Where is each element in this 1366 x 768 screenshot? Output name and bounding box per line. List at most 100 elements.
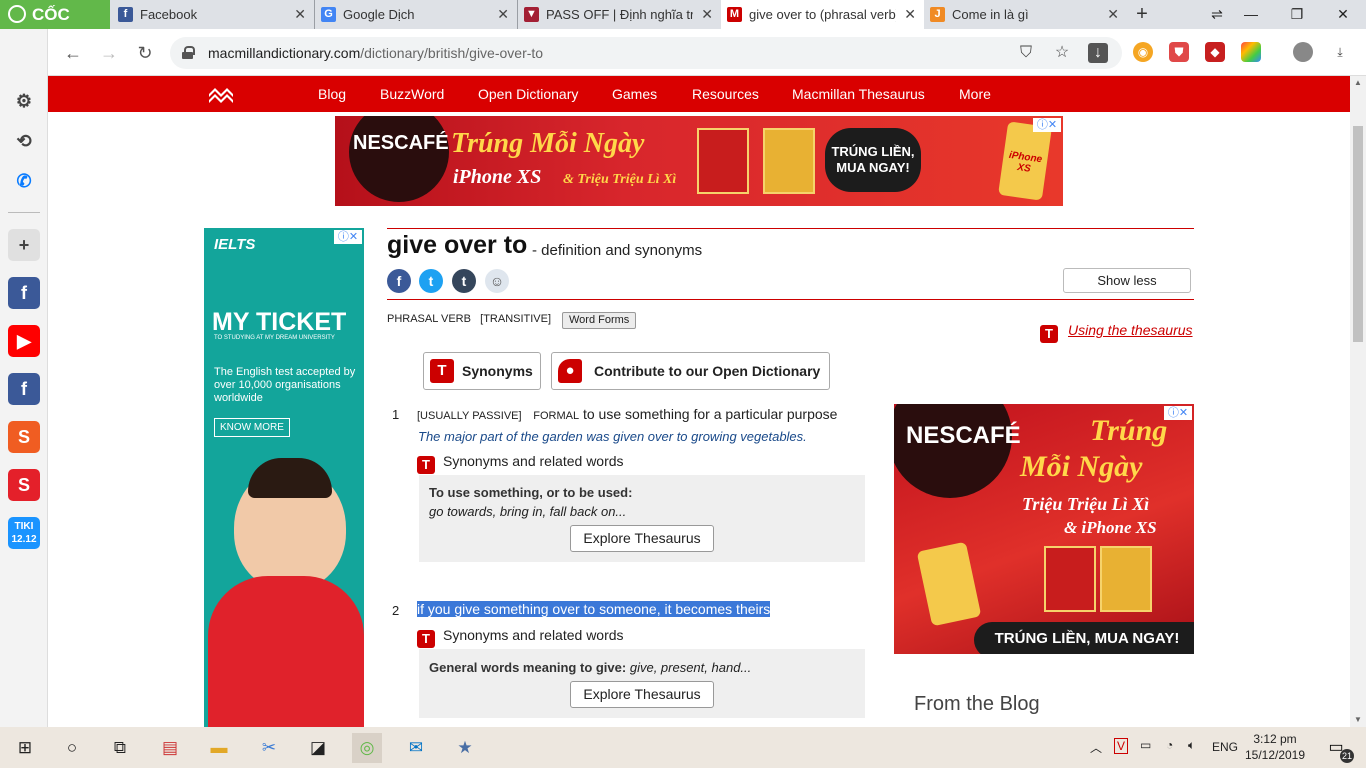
app-vietnamese-tool-icon[interactable]: ▤ <box>155 733 185 763</box>
nav-open-dictionary[interactable]: Open Dictionary <box>478 76 578 112</box>
right-side-ad[interactable]: NESCAFÉ Trúng Mỗi Ngày Triệu Triệu Lì Xì… <box>894 404 1194 654</box>
page-scrollbar[interactable]: ▲ ▼ <box>1350 76 1366 727</box>
tiki-shortcut-icon[interactable]: TIKI 12.12 <box>8 517 40 549</box>
contribute-button[interactable]: ● Contribute to our Open Dictionary <box>551 352 830 390</box>
address-bar[interactable]: macmillandictionary.com/dictionary/briti… <box>170 37 1122 69</box>
new-tab-button[interactable]: + <box>1128 0 1156 29</box>
close-tab-icon[interactable]: ✕ <box>497 0 509 29</box>
reload-button[interactable]: ↻ <box>132 40 158 66</box>
tab-pass-off[interactable]: ▼ PASS OFF | Định nghĩa trong ✕ <box>518 0 721 29</box>
file-explorer-icon[interactable]: ▬ <box>204 733 234 763</box>
tab-come-in[interactable]: J Come in là gì ✕ <box>924 0 1127 29</box>
app-star-tile-icon[interactable]: ★ <box>450 733 480 763</box>
show-less-button[interactable]: Show less <box>1063 268 1191 293</box>
tumblr-share-icon[interactable]: t <box>452 269 476 293</box>
site-navigation: Blog BuzzWord Open Dictionary Games Reso… <box>48 76 1350 112</box>
synonyms-button[interactable]: T Synonyms <box>423 352 541 390</box>
windows-start-icon[interactable]: ⊞ <box>10 733 40 763</box>
youtube-shortcut-icon[interactable]: ▶ <box>8 325 40 357</box>
scroll-down-icon[interactable]: ▼ <box>1350 713 1366 727</box>
outlook-icon[interactable]: ✉ <box>401 733 431 763</box>
downloads-icon[interactable]: ⤓ <box>1330 42 1350 62</box>
search-circle-icon[interactable]: ○ <box>57 733 87 763</box>
extension-coccoc-icon[interactable]: ◉ <box>1133 42 1153 62</box>
sense-2-synonyms-heading[interactable]: T Synonyms and related words <box>417 627 624 648</box>
back-button[interactable]: ← <box>60 40 86 66</box>
extension-adblock-icon[interactable]: ⛊ <box>1169 42 1189 62</box>
battery-icon[interactable]: ▭ <box>1140 738 1151 752</box>
forward-button[interactable]: → <box>96 40 122 66</box>
browser-toolbar: ▣ ← → ↻ macmillandictionary.com/dictiona… <box>0 29 1366 76</box>
header-rule <box>387 228 1194 229</box>
ad-choices-icon[interactable]: ⓘ✕ <box>1033 118 1061 132</box>
using-thesaurus-link[interactable]: T Using the thesaurus <box>1040 322 1193 343</box>
facebook-share-icon[interactable]: f <box>387 269 411 293</box>
shopee-shortcut-icon[interactable]: S <box>8 421 40 453</box>
scrollbar-thumb[interactable] <box>1353 126 1363 342</box>
tray-chevron-icon[interactable]: ︿ <box>1090 739 1102 756</box>
synonym-list[interactable]: give, present, hand... <box>630 660 751 675</box>
url-text[interactable]: macmillandictionary.com/dictionary/briti… <box>208 37 543 69</box>
nav-macmillan-thesaurus[interactable]: Macmillan Thesaurus <box>792 76 925 112</box>
language-indicator[interactable]: ENG <box>1212 740 1238 754</box>
top-ad-cta[interactable]: TRÚNG LIỀN, MUA NGAY! <box>825 128 921 192</box>
close-tab-icon[interactable]: ✕ <box>904 0 916 29</box>
app-dark-tile-icon[interactable]: ◪ <box>303 733 333 763</box>
volume-icon[interactable]: 🔈︎ <box>1188 738 1195 753</box>
bookmark-star-icon[interactable]: ☆ <box>1052 43 1072 63</box>
selected-text[interactable]: if you give something over to someone, i… <box>417 601 771 617</box>
sense-1-synonyms-heading[interactable]: T Synonyms and related words <box>417 453 624 474</box>
restore-button[interactable]: ❐ <box>1274 0 1320 29</box>
coccoc-taskbar-icon[interactable]: ◎ <box>352 733 382 763</box>
tab-give-over-to[interactable]: M give over to (phrasal verb) d ✕ <box>721 0 924 29</box>
history-icon[interactable]: ⟲ <box>8 125 40 157</box>
explore-thesaurus-button[interactable]: Explore Thesaurus <box>570 681 714 708</box>
nav-blog[interactable]: Blog <box>318 76 346 112</box>
extension-colorful-icon[interactable] <box>1241 42 1261 62</box>
nescafe-logo-circle <box>349 116 449 202</box>
system-clock[interactable]: 3:12 pm 15/12/2019 <box>1244 731 1306 763</box>
minimize-button[interactable]: — <box>1228 0 1274 29</box>
nav-resources[interactable]: Resources <box>692 76 759 112</box>
snipping-tool-icon[interactable]: ✂ <box>254 733 284 763</box>
shield-icon[interactable]: ⛉ <box>1016 43 1036 63</box>
close-tab-icon[interactable]: ✕ <box>294 0 306 29</box>
notifications-icon[interactable]: ▭ 21 <box>1322 737 1354 763</box>
word-forms-button[interactable]: Word Forms <box>562 312 637 329</box>
top-banner-ad[interactable]: NESCAFÉ Trúng Mỗi Ngày iPhone XS & Triệu… <box>335 116 1063 206</box>
synonym-list[interactable]: go towards, bring in, fall back on... <box>429 504 626 519</box>
extension-red-icon[interactable]: ◆ <box>1205 42 1225 62</box>
tab-facebook[interactable]: f Facebook ✕ <box>112 0 315 29</box>
sendo-shortcut-icon[interactable]: S <box>8 469 40 501</box>
facebook-shortcut-2-icon[interactable]: f <box>8 373 40 405</box>
coccoc-menu-button[interactable]: CỐC CỐC <box>0 0 110 53</box>
profile-avatar[interactable] <box>1293 42 1313 62</box>
nav-games[interactable]: Games <box>612 76 657 112</box>
know-more-button[interactable]: KNOW MORE <box>214 418 290 437</box>
header-rule-bottom <box>387 299 1194 300</box>
task-view-icon[interactable]: ⧉ <box>105 733 135 763</box>
messenger-icon[interactable]: ✆ <box>8 165 40 197</box>
ielts-model-hair-image <box>248 458 332 498</box>
add-shortcut-icon[interactable]: + <box>8 229 40 261</box>
explore-thesaurus-button[interactable]: Explore Thesaurus <box>570 525 714 552</box>
ielts-side-ad[interactable]: IELTS MY TICKET TO STUDYING AT MY DREAM … <box>204 228 364 727</box>
ad-choices-icon[interactable]: ⓘ✕ <box>334 230 362 244</box>
scroll-up-icon[interactable]: ▲ <box>1350 76 1366 90</box>
ad-choices-icon[interactable]: ⓘ✕ <box>1164 406 1192 420</box>
reddit-share-icon[interactable]: ☺ <box>485 269 509 293</box>
nav-more[interactable]: More <box>959 76 991 112</box>
facebook-shortcut-icon[interactable]: f <box>8 277 40 309</box>
twitter-share-icon[interactable]: t <box>419 269 443 293</box>
unikey-icon[interactable]: V <box>1114 738 1129 754</box>
settings-gear-icon[interactable]: ⚙ <box>8 85 40 117</box>
right-ad-cta[interactable]: TRÚNG LIỀN, MUA NGAY! <box>974 622 1194 654</box>
download-page-icon[interactable]: ↓ <box>1088 43 1108 63</box>
tab-google-translate[interactable]: G Google Dịch ✕ <box>315 0 518 29</box>
close-tab-icon[interactable]: ✕ <box>701 0 713 29</box>
wifi-icon[interactable]: ◔ <box>1166 738 1173 752</box>
close-window-button[interactable]: ✕ <box>1320 0 1366 29</box>
close-tab-icon[interactable]: ✕ <box>1107 0 1119 29</box>
nav-buzzword[interactable]: BuzzWord <box>380 76 444 112</box>
macmillan-logo-icon[interactable] <box>208 84 234 104</box>
